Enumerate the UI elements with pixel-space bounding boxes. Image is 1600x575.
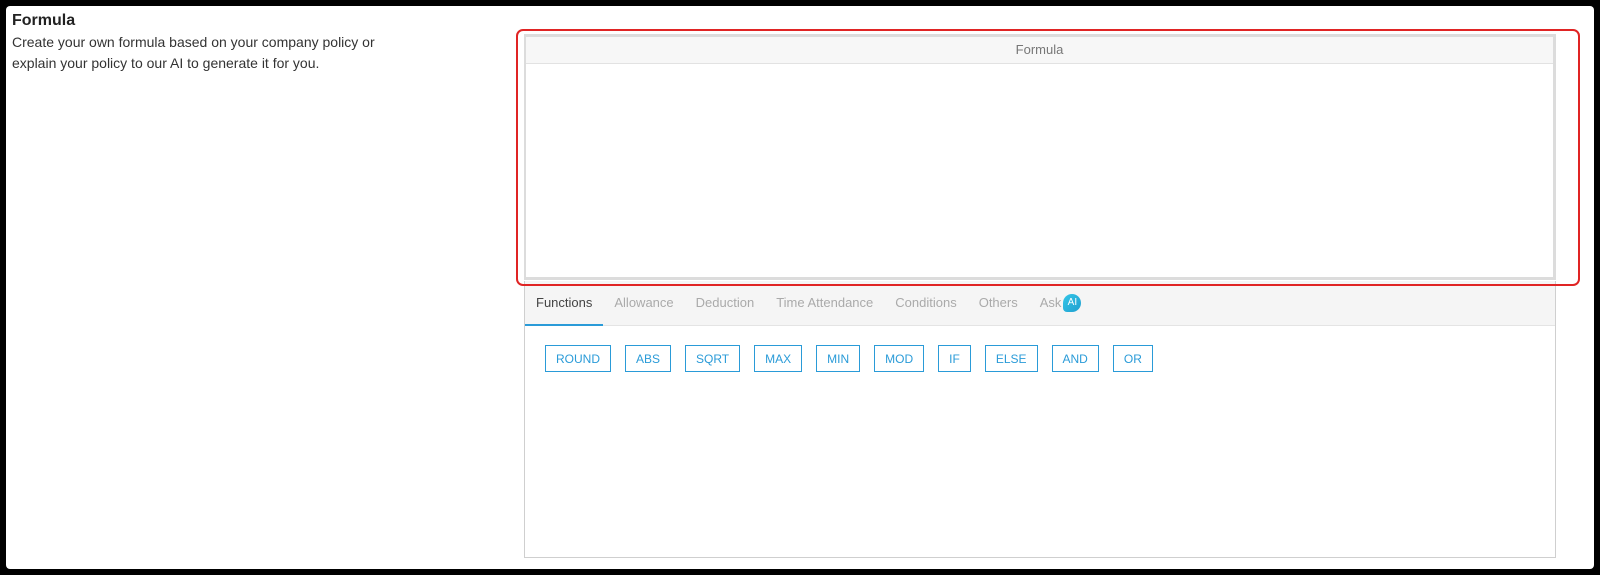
tab-label: Allowance	[614, 295, 674, 310]
formula-editor-panel: Formula	[524, 34, 1556, 280]
tab-label: Ask	[1039, 295, 1062, 310]
and-button[interactable]: AND	[1051, 345, 1099, 372]
window-frame: Formula Create your own formula based on…	[6, 6, 1594, 569]
tool-tabs: Functions Allowance Deduction Time Atten…	[525, 281, 1555, 326]
mod-button[interactable]: MOD	[874, 345, 925, 372]
if-button[interactable]: IF	[938, 345, 971, 372]
formula-intro: Formula Create your own formula based on…	[12, 12, 432, 74]
or-button[interactable]: OR	[1112, 345, 1153, 372]
round-button[interactable]: ROUND	[545, 345, 611, 372]
tab-label: Time Attendance	[776, 295, 874, 310]
tab-functions[interactable]: Functions	[525, 281, 604, 326]
tab-time-attendance[interactable]: Time Attendance	[765, 281, 884, 325]
ai-badge-icon: AI	[1063, 293, 1082, 312]
abs-button[interactable]: ABS	[625, 345, 672, 372]
else-button[interactable]: ELSE	[984, 345, 1038, 372]
formula-input[interactable]	[526, 64, 1553, 277]
function-buttons: ROUND ABS SQRT MAX MIN MOD IF ELSE AND O…	[525, 326, 1555, 372]
tab-label: Conditions	[895, 295, 957, 310]
tab-allowance[interactable]: Allowance	[603, 281, 684, 325]
min-button[interactable]: MIN	[816, 345, 861, 372]
tab-label: Functions	[536, 295, 593, 310]
sqrt-button[interactable]: SQRT	[685, 345, 741, 372]
tab-conditions[interactable]: Conditions	[884, 281, 967, 325]
max-button[interactable]: MAX	[754, 345, 803, 372]
section-description: Create your own formula based on your co…	[12, 34, 375, 71]
tab-label: Others	[978, 295, 1018, 310]
formula-editor-header: Formula	[526, 37, 1553, 64]
tab-others[interactable]: Others	[968, 281, 1029, 325]
tab-deduction[interactable]: Deduction	[685, 281, 766, 325]
tab-label: Deduction	[695, 295, 755, 310]
tab-ask-ai[interactable]: Ask AI	[1029, 281, 1093, 325]
section-title: Formula	[12, 12, 76, 29]
formula-tools-panel: Functions Allowance Deduction Time Atten…	[524, 281, 1556, 558]
